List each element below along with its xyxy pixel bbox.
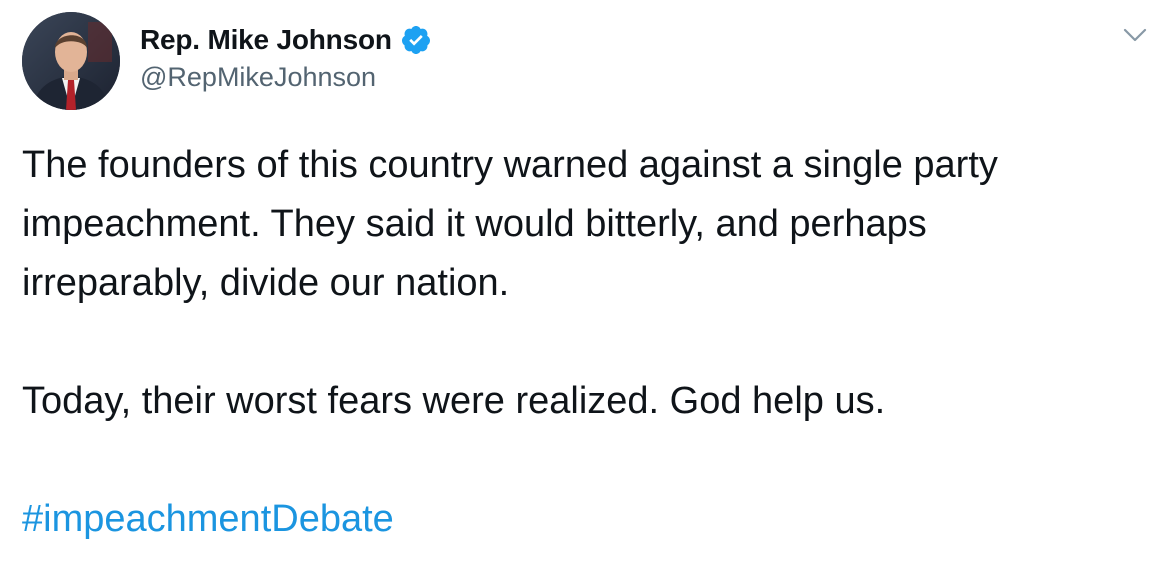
user-handle[interactable]: @RepMikeJohnson xyxy=(140,62,432,93)
avatar[interactable] xyxy=(22,12,120,110)
tweet-paragraph: Today, their worst fears were realized. … xyxy=(22,380,886,422)
verified-badge-icon xyxy=(401,26,430,54)
author-block: Rep. Mike Johnson @RepMikeJohnson xyxy=(140,20,432,93)
hashtag-line: #impeachmentDebate xyxy=(22,490,1122,549)
tweet-card: Rep. Mike Johnson @RepMikeJohnson The fo… xyxy=(0,0,1164,582)
display-name[interactable]: Rep. Mike Johnson xyxy=(140,24,392,56)
name-row: Rep. Mike Johnson xyxy=(140,20,432,60)
chevron-down-icon[interactable] xyxy=(1120,24,1150,46)
tweet-paragraph: The founders of this country warned agai… xyxy=(22,144,998,304)
hashtag-link[interactable]: #impeachmentDebate xyxy=(22,498,394,540)
tweet-text: The founders of this country warned agai… xyxy=(22,136,1122,549)
profile-photo-icon xyxy=(22,12,120,110)
